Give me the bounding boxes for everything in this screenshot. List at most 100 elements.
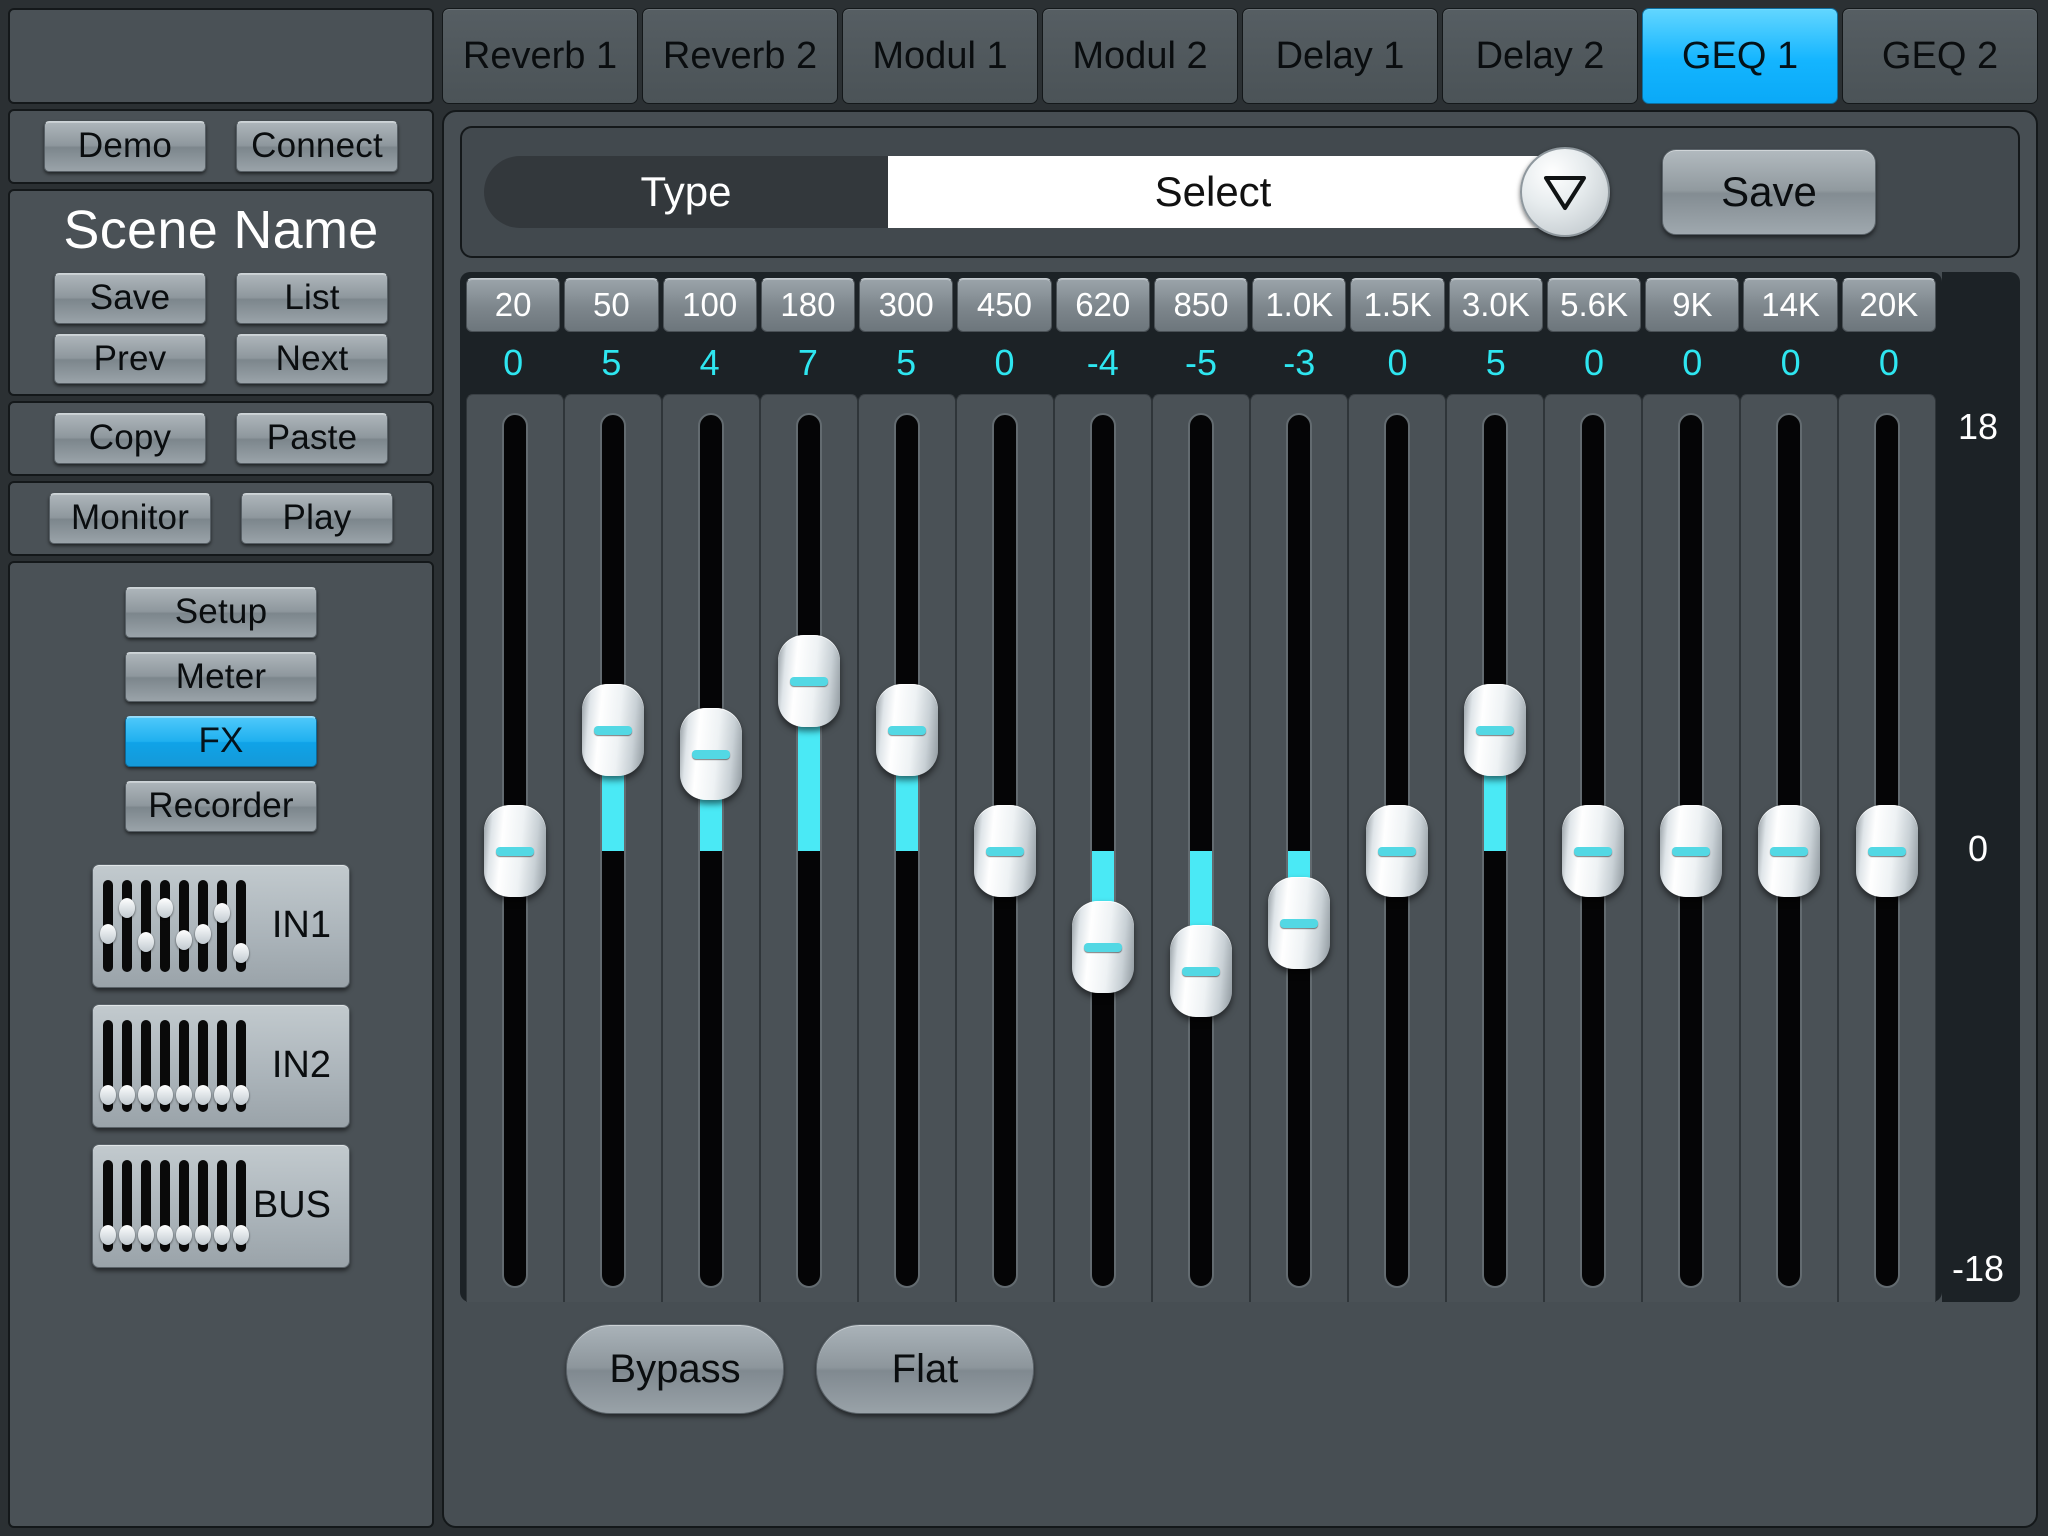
fader-track[interactable] [974, 413, 1036, 1288]
frequency-button[interactable]: 850 [1153, 278, 1249, 332]
eq-band-channel[interactable] [1152, 394, 1250, 1302]
frequency-button[interactable]: 100 [662, 278, 757, 332]
eq-band-channel[interactable] [858, 394, 956, 1302]
fader-track[interactable] [1562, 413, 1624, 1288]
fader-knob[interactable] [1856, 804, 1918, 897]
sidebar-item-recorder[interactable]: Recorder [125, 781, 317, 832]
mini-fader-track [195, 879, 211, 972]
fader-knob[interactable] [1170, 925, 1232, 1018]
fader-track[interactable] [1464, 413, 1526, 1288]
mini-fader-track [100, 1019, 116, 1112]
fader-knob[interactable] [680, 707, 742, 800]
preset-select-field[interactable]: Select [888, 156, 1538, 228]
tab-geq-2[interactable]: GEQ 2 [1842, 8, 2038, 104]
scene-list-button[interactable]: List [236, 272, 388, 324]
mini-fader-knob [214, 1084, 230, 1105]
paste-button[interactable]: Paste [236, 413, 388, 464]
tab-delay-1[interactable]: Delay 1 [1242, 8, 1438, 104]
eq-band-channel[interactable] [760, 394, 858, 1302]
fader-track[interactable] [1170, 413, 1232, 1288]
frequency-button[interactable]: 300 [859, 278, 954, 332]
frequency-button[interactable]: 180 [760, 278, 856, 332]
fader-track[interactable] [582, 413, 644, 1288]
fader-track[interactable] [876, 413, 938, 1288]
eq-band-channel[interactable] [1348, 394, 1446, 1302]
play-button[interactable]: Play [241, 493, 393, 544]
frequency-button[interactable]: 9K [1645, 278, 1740, 332]
fader-track[interactable] [484, 413, 546, 1288]
bypass-button[interactable]: Bypass [566, 1324, 784, 1414]
triangle-down-icon[interactable] [1520, 147, 1610, 237]
frequency-button[interactable]: 450 [957, 278, 1052, 332]
fader-track[interactable] [1366, 413, 1428, 1288]
sidebar-item-setup[interactable]: Setup [125, 586, 317, 638]
fader-track[interactable] [680, 413, 742, 1288]
connect-button[interactable]: Connect [236, 121, 398, 172]
tab-modul-1[interactable]: Modul 1 [842, 8, 1038, 104]
fader-knob[interactable] [1660, 804, 1722, 897]
tab-label: Modul 2 [1072, 34, 1208, 77]
demo-button[interactable]: Demo [44, 121, 206, 172]
fader-track[interactable] [1758, 413, 1820, 1288]
fader-knob[interactable] [484, 804, 546, 897]
frequency-label: 1.0K [1265, 286, 1334, 323]
mini-fader-knob [119, 1224, 135, 1245]
eq-band-channel[interactable] [1838, 394, 1936, 1302]
fader-track[interactable] [1856, 413, 1918, 1288]
fx-tab-bar: Reverb 1 Reverb 2 Modul 1 Modul 2 Delay 1 Del… [442, 8, 2038, 104]
mini-fader-track [176, 1159, 192, 1252]
tab-reverb-2[interactable]: Reverb 2 [642, 8, 838, 104]
scene-prev-button[interactable]: Prev [54, 333, 206, 385]
fader-knob[interactable] [876, 683, 938, 776]
sidebar-item-fx[interactable]: FX [125, 716, 317, 767]
fader-knob[interactable] [1562, 804, 1624, 897]
frequency-button[interactable]: 14K [1743, 278, 1838, 332]
fader-track[interactable] [1072, 413, 1134, 1288]
fader-knob[interactable] [1072, 901, 1134, 994]
fader-track[interactable] [778, 413, 840, 1288]
fader-knob[interactable] [778, 635, 840, 728]
monitor-button[interactable]: Monitor [49, 493, 211, 544]
sidebar-item-meter[interactable]: Meter [125, 651, 317, 703]
fader-knob[interactable] [1366, 804, 1428, 897]
eq-band-channel[interactable] [662, 394, 760, 1302]
eq-band-channel[interactable] [1250, 394, 1348, 1302]
fader-knob[interactable] [974, 804, 1036, 897]
frequency-button[interactable]: 1.5K [1350, 278, 1445, 332]
layer-button-bus[interactable]: BUS [92, 1143, 350, 1268]
layer-button-in1[interactable]: IN1 [92, 863, 350, 988]
eq-band-channel[interactable] [1054, 394, 1152, 1302]
eq-band-channel[interactable] [1642, 394, 1740, 1302]
fader-track[interactable] [1268, 413, 1330, 1288]
copy-button[interactable]: Copy [54, 413, 206, 464]
tab-modul-2[interactable]: Modul 2 [1042, 8, 1238, 104]
scene-next-button[interactable]: Next [236, 333, 388, 385]
frequency-button[interactable]: 20K [1841, 278, 1936, 332]
fader-knob[interactable] [1464, 683, 1526, 776]
frequency-button[interactable]: 620 [1055, 278, 1150, 332]
frequency-button[interactable]: 50 [564, 278, 659, 332]
tab-delay-2[interactable]: Delay 2 [1442, 8, 1638, 104]
eq-band-channel[interactable] [1446, 394, 1544, 1302]
frequency-label: 14K [1761, 286, 1820, 323]
fader-knob[interactable] [1268, 877, 1330, 970]
eq-band-channel[interactable] [1740, 394, 1838, 1302]
mini-fader-track [176, 1019, 192, 1112]
frequency-button[interactable]: 1.0K [1252, 278, 1347, 332]
fader-knob[interactable] [1758, 804, 1820, 897]
frequency-button[interactable]: 5.6K [1546, 278, 1642, 332]
tab-reverb-1[interactable]: Reverb 1 [442, 8, 638, 104]
scene-save-button[interactable]: Save [54, 272, 206, 324]
fader-knob[interactable] [582, 683, 644, 776]
eq-band-channel[interactable] [956, 394, 1054, 1302]
fader-track[interactable] [1660, 413, 1722, 1288]
layer-button-in2[interactable]: IN2 [92, 1003, 350, 1128]
tab-geq-1[interactable]: GEQ 1 [1642, 8, 1838, 104]
frequency-button[interactable]: 20 [466, 278, 561, 332]
flat-button[interactable]: Flat [816, 1324, 1034, 1414]
eq-band-channel[interactable] [564, 394, 662, 1302]
preset-save-button[interactable]: Save [1662, 149, 1876, 235]
eq-band-channel[interactable] [466, 394, 564, 1302]
frequency-button[interactable]: 3.0K [1448, 278, 1543, 332]
eq-band-channel[interactable] [1544, 394, 1642, 1302]
